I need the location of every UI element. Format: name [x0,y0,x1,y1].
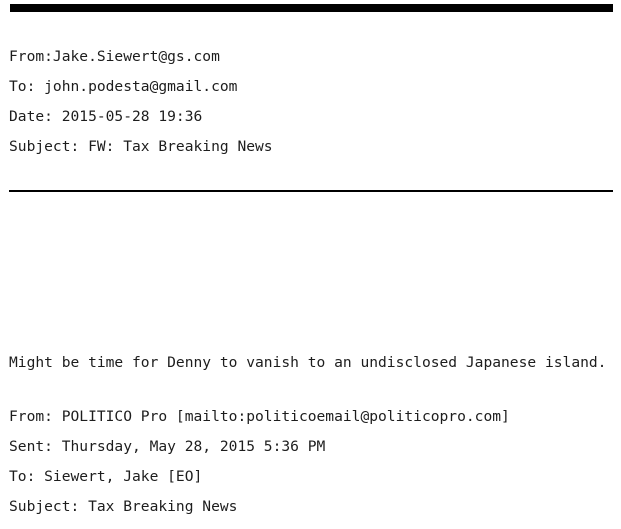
header-subject: Subject: FW: Tax Breaking News [9,138,273,155]
top-rule-bar [10,4,613,12]
forwarded-sent: Sent: Thursday, May 28, 2015 5:36 PM [9,438,326,455]
header-body-separator [9,190,613,192]
email-page: From:Jake.Siewert@gs.com To: john.podest… [0,0,621,529]
email-body-block: Might be time for Denny to vanish to an … [9,348,619,378]
email-header-block: From:Jake.Siewert@gs.com To: john.podest… [9,42,613,162]
forwarded-to: To: Siewert, Jake [EO] [9,468,203,485]
forwarded-from: From: POLITICO Pro [mailto:politicoemail… [9,408,510,425]
header-to: To: john.podesta@gmail.com [9,78,238,95]
blank-content-region [9,196,613,344]
forwarded-header-block: From: POLITICO Pro [mailto:politicoemail… [9,402,619,522]
header-date: Date: 2015-05-28 19:36 [9,108,203,125]
forwarded-subject: Subject: Tax Breaking News [9,498,238,515]
header-from: From:Jake.Siewert@gs.com [9,48,220,65]
body-line-1: Might be time for Denny to vanish to an … [9,354,607,371]
